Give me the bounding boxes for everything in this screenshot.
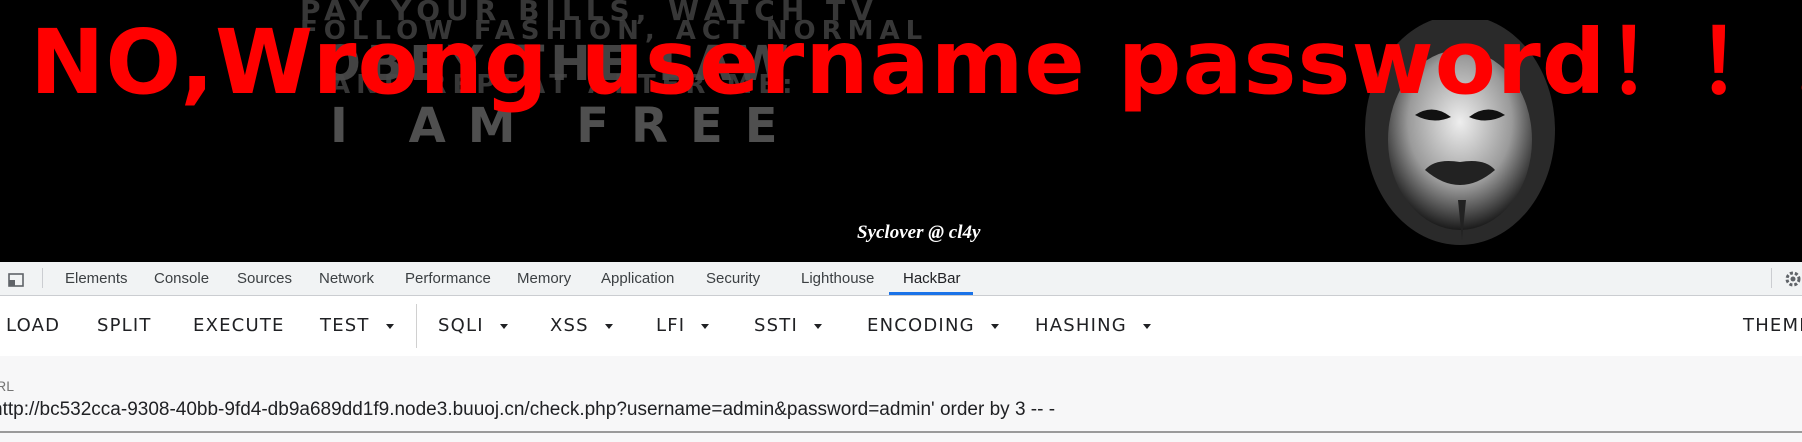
button-label: ENCODING bbox=[867, 315, 975, 336]
tab-memory[interactable]: Memory bbox=[517, 262, 571, 295]
caret-down-icon bbox=[499, 323, 508, 329]
sqli-dropdown[interactable]: SQLI bbox=[438, 296, 508, 356]
url-panel: URL http://bc532cca-9308-40bb-9fd4-db9a6… bbox=[0, 356, 1802, 442]
button-label: XSS bbox=[550, 315, 589, 336]
execute-button[interactable]: EXECUTE bbox=[193, 296, 285, 356]
error-message: NO,Wrong username password！！！ bbox=[30, 10, 1802, 114]
tab-console[interactable]: Console bbox=[154, 262, 209, 295]
url-label: URL bbox=[0, 378, 15, 394]
tab-performance[interactable]: Performance bbox=[405, 262, 491, 295]
tabbar-divider bbox=[1771, 268, 1772, 288]
tab-application[interactable]: Application bbox=[601, 262, 674, 295]
active-tab-indicator bbox=[889, 292, 973, 295]
button-label: EXECUTE bbox=[193, 315, 285, 336]
tabbar-divider bbox=[42, 268, 43, 288]
load-button[interactable]: LOAD bbox=[6, 296, 60, 356]
dock-side-icon[interactable] bbox=[8, 270, 26, 288]
tab-elements[interactable]: Elements bbox=[65, 262, 128, 295]
button-label: SQLI bbox=[438, 315, 484, 336]
button-label: SPLIT bbox=[97, 315, 152, 336]
button-label: THEME bbox=[1743, 315, 1802, 336]
button-label: HASHING bbox=[1035, 315, 1127, 336]
button-label: LOAD bbox=[6, 315, 61, 336]
ssti-dropdown[interactable]: SSTI bbox=[754, 296, 822, 356]
caret-down-icon bbox=[604, 323, 613, 329]
test-dropdown[interactable]: TEST bbox=[320, 296, 394, 356]
settings-gear-icon[interactable] bbox=[1784, 270, 1802, 288]
split-button[interactable]: SPLIT bbox=[97, 296, 152, 356]
devtools-tabbar: Elements Console Sources Network Perform… bbox=[0, 262, 1802, 296]
hackbar-toolbar: LOAD SPLIT EXECUTE TEST SQLI XSS LFI SST… bbox=[0, 296, 1802, 356]
button-label: LFI bbox=[656, 315, 686, 336]
tab-sources[interactable]: Sources bbox=[237, 262, 292, 295]
page-banner: PAY YOUR BILLS, WATCH TV FOLLOW FASHION,… bbox=[0, 0, 1802, 262]
tab-hackbar[interactable]: HackBar bbox=[903, 262, 961, 295]
caret-down-icon bbox=[813, 323, 822, 329]
author-credit: Syclover @ cl4y bbox=[857, 222, 981, 243]
tab-lighthouse[interactable]: Lighthouse bbox=[801, 262, 874, 295]
toolbar-divider bbox=[416, 304, 417, 348]
button-label: TEST bbox=[320, 315, 370, 336]
encoding-dropdown[interactable]: ENCODING bbox=[867, 296, 999, 356]
tab-security[interactable]: Security bbox=[706, 262, 760, 295]
tab-network[interactable]: Network bbox=[319, 262, 374, 295]
caret-down-icon bbox=[990, 323, 999, 329]
caret-down-icon bbox=[1142, 323, 1151, 329]
hashing-dropdown[interactable]: HASHING bbox=[1035, 296, 1151, 356]
lfi-dropdown[interactable]: LFI bbox=[656, 296, 710, 356]
theme-button[interactable]: THEME bbox=[1743, 296, 1802, 356]
caret-down-icon bbox=[385, 323, 394, 329]
button-label: SSTI bbox=[754, 315, 798, 336]
caret-down-icon bbox=[701, 323, 710, 329]
url-input[interactable]: http://bc532cca-9308-40bb-9fd4-db9a689dd… bbox=[0, 399, 1055, 421]
url-input-underline bbox=[0, 431, 1802, 433]
xss-dropdown[interactable]: XSS bbox=[550, 296, 613, 356]
